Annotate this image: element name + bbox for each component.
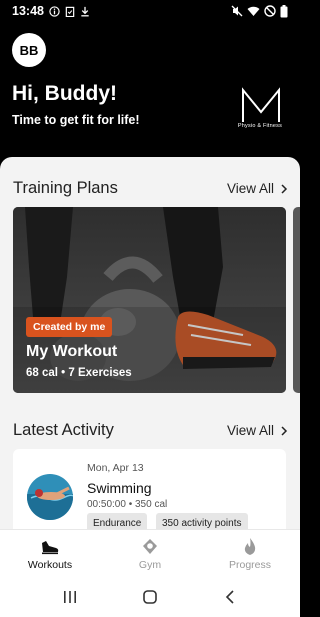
content-sheet: Training Plans View All Created by me My…	[0, 157, 300, 529]
recent-apps-button[interactable]	[60, 587, 80, 607]
recent-apps-icon	[64, 591, 76, 603]
activity-date: Mon, Apr 13	[87, 462, 144, 474]
nav-label: Progress	[228, 559, 271, 571]
created-by-me-badge: Created by me	[26, 317, 113, 337]
location-pin-icon	[143, 539, 157, 554]
activity-card[interactable]: Mon, Apr 13 Swimming 00:50:00 • 350 cal …	[13, 449, 286, 529]
view-all-label: View All	[226, 423, 274, 438]
clipboard-icon	[65, 6, 75, 17]
flame-icon	[244, 538, 256, 555]
view-all-training-plans-link[interactable]: View All	[227, 181, 288, 196]
brand-logo-subtitle: Physio & Fitness	[237, 123, 283, 129]
next-plan-card-peek[interactable]	[293, 207, 300, 393]
greeting-title: Hi, Buddy!	[12, 82, 117, 105]
status-time: 13:48	[12, 4, 44, 18]
activity-meta: 00:50:00 • 350 cal	[87, 499, 168, 510]
do-not-disturb-icon	[264, 5, 276, 17]
mute-icon	[231, 5, 243, 17]
training-plans-header: Training Plans View All	[13, 179, 288, 198]
training-plan-card[interactable]: Created by me My Workout 68 cal • 7 Exer…	[13, 207, 286, 393]
home-icon	[143, 590, 157, 604]
plan-meta: 68 cal • 7 Exercises	[26, 367, 132, 379]
avatar-initials: BB	[19, 42, 39, 58]
status-bar: 13:48	[0, 0, 300, 22]
nav-label: Workouts	[27, 559, 73, 571]
latest-activity-header: Latest Activity View All	[13, 421, 288, 440]
view-all-label: View All	[226, 181, 274, 196]
view-all-activity-link[interactable]: View All	[227, 423, 288, 438]
shoe-icon	[42, 541, 59, 555]
info-icon	[49, 5, 60, 17]
battery-icon	[280, 4, 288, 17]
nav-item-gym[interactable]: Gym	[100, 530, 200, 577]
section-title-training-plans: Training Plans	[13, 179, 118, 197]
download-icon	[81, 6, 89, 16]
nav-item-workouts[interactable]: Workouts	[0, 530, 100, 577]
activity-tag: 350 activity points	[156, 513, 248, 529]
section-title-latest-activity: Latest Activity	[13, 421, 114, 439]
tagline: Time to get fit for life!	[12, 113, 140, 127]
chevron-right-icon	[281, 425, 288, 436]
wifi-icon	[247, 6, 260, 16]
back-button[interactable]	[220, 587, 240, 607]
system-navigation-bar	[0, 577, 300, 617]
avatar[interactable]: BB	[12, 33, 46, 67]
swimming-photo	[27, 474, 73, 520]
workout-photo	[13, 207, 286, 393]
nav-label: Gym	[138, 559, 162, 571]
chevron-right-icon	[281, 183, 288, 194]
back-icon	[225, 590, 234, 604]
nav-item-progress[interactable]: Progress	[200, 530, 300, 577]
activity-name: Swimming	[87, 480, 152, 496]
bottom-navigation: Workouts Gym Progress	[0, 529, 300, 577]
plan-title: My Workout	[26, 343, 118, 360]
home-button[interactable]	[140, 587, 160, 607]
activity-tag: Endurance	[87, 513, 148, 529]
